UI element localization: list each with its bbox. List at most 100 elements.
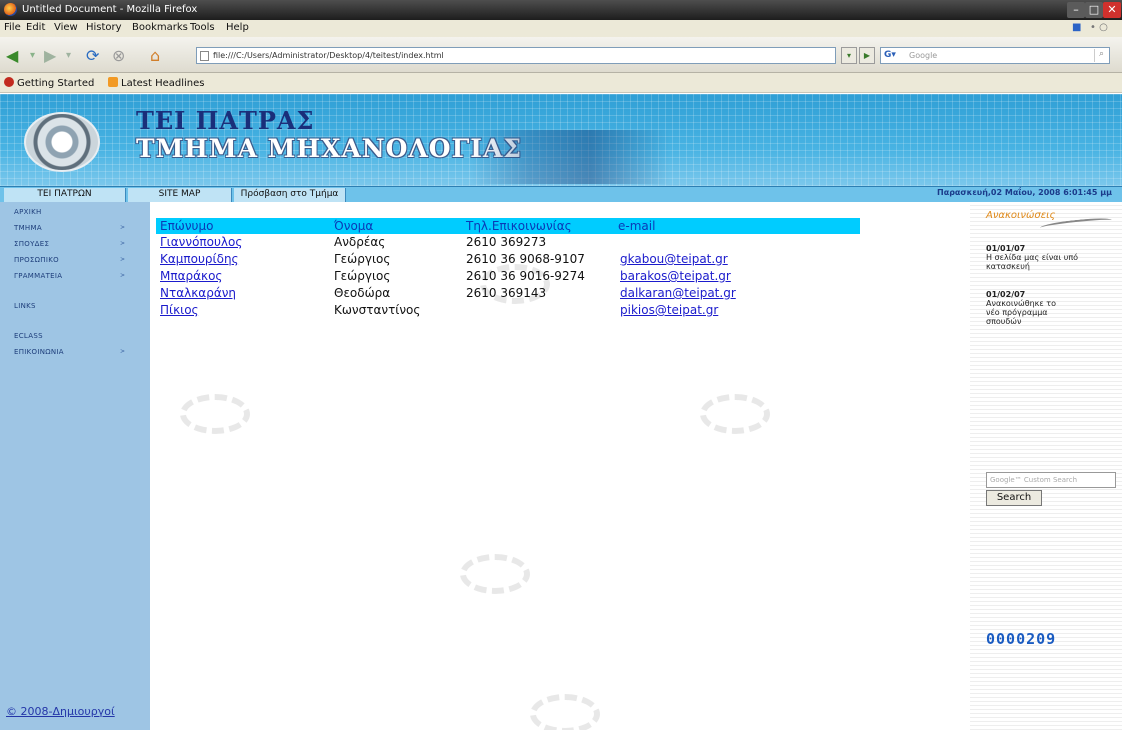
gear-watermark-icon [530, 694, 600, 730]
news-item: 01/01/07 Η σελίδα μας είναι υπό κατασκευ… [986, 244, 1082, 271]
bookmarks-toolbar: Getting Started Latest Headlines [0, 73, 1122, 93]
gear-watermark-icon [700, 394, 770, 434]
visit-counter: 0000209 [986, 630, 1057, 648]
address-text: file:///C:/Users/Administrator/Desktop/4… [213, 51, 444, 60]
news-text: Ανακοινώθηκε το νέο πρόγραμμα σπουδών [986, 299, 1056, 326]
gear-watermark-icon [460, 554, 530, 594]
google-search-input[interactable]: Google™ Custom Search [986, 472, 1116, 488]
news-text: Η σελίδα μας είναι υπό κατασκευή [986, 253, 1079, 271]
tab-tei-patron[interactable]: ΤΕΙ ΠΑΤΡΩΝ [4, 188, 126, 202]
menu-bookmarks[interactable]: Bookmarks [132, 22, 188, 33]
header-surname: Επώνυμο [160, 219, 214, 233]
google-engine-icon[interactable]: G▾ [884, 50, 904, 62]
right-sidebar: Ανακοινώσεις 01/01/07 Η σελίδα μας είναι… [970, 202, 1122, 730]
back-dropdown-icon[interactable]: ▾ [30, 50, 35, 61]
site-brand-title: ΤΕΙ ΠΑΤΡΑΣ [136, 106, 315, 135]
google-search-button[interactable]: Search [986, 490, 1042, 506]
date-display: Παρασκευή,02 Μαΐου, 2008 6:01:45 μμ [937, 188, 1112, 197]
first-name: Γεώργιος [334, 269, 391, 283]
address-bar[interactable]: file:///C:/Users/Administrator/Desktop/4… [196, 47, 836, 64]
nav-secretariat[interactable]: ΓΡΑΜΜΑΤΕΙΑ [14, 272, 62, 280]
rss-icon [108, 77, 118, 87]
tab-access[interactable]: Πρόσβαση στο Τμήμα [234, 188, 346, 202]
reload-button[interactable]: ⟳ [86, 46, 99, 65]
table-row: Καμπουρίδης Γεώργιος 2610 36 9068-9107 g… [156, 252, 860, 269]
email-link[interactable]: gkabou@teipat.gr [620, 252, 728, 266]
bookmark-label: Latest Headlines [121, 78, 205, 89]
header-name: Όνομα [334, 219, 374, 233]
news-heading: Ανακοινώσεις [986, 210, 1056, 221]
phone: 2610 369143 [466, 286, 547, 300]
surname-link[interactable]: Γιαννόπουλος [160, 235, 242, 249]
news-date: 01/01/07 [986, 244, 1026, 253]
first-name: Κωνσταντίνος [334, 303, 421, 317]
phone: 2610 36 9068-9107 [466, 252, 585, 266]
site-nav-strip: ΤΕΙ ΠΑΤΡΩΝ SITE MAP Πρόσβαση στο Τμήμα Π… [0, 186, 1122, 202]
site-banner: ΤΕΙ ΠΑΤΡΑΣ ΤΜΗΜΑ ΜΗΧΑΝΟΛΟΓΙΑΣ [0, 94, 1122, 186]
page-icon [200, 51, 209, 61]
banner-photo [470, 130, 670, 184]
menu-help[interactable]: Help [226, 22, 249, 33]
table-row: Γιαννόπουλος Ανδρέας 2610 369273 [156, 235, 860, 252]
left-sidebar: ΑΡΧΙΚΗ ΤΜΗΜΑ > ΣΠΟΥΔΕΣ > ΠΡΟΣΩΠΙΚΟ > ΓΡΑ… [0, 202, 150, 730]
stop-button[interactable]: ⊗ [112, 46, 125, 65]
page-viewport: ΤΕΙ ΠΑΤΡΑΣ ΤΜΗΜΑ ΜΗΧΑΝΟΛΟΓΙΑΣ ΤΕΙ ΠΑΤΡΩΝ… [0, 94, 1122, 730]
table-row: Πίκιος Κωνσταντίνος pikios@teipat.gr [156, 303, 860, 320]
nav-arrow: > [120, 224, 126, 231]
go-button[interactable]: ▶ [859, 47, 875, 64]
nav-contact[interactable]: ΕΠΙΚΟΙΝΩΝΙΑ [14, 348, 64, 356]
surname-link[interactable]: Μπαράκος [160, 269, 222, 283]
nav-home[interactable]: ΑΡΧΙΚΗ [14, 208, 42, 216]
news-item: 01/02/07 Ανακοινώθηκε το νέο πρόγραμμα σ… [986, 290, 1072, 326]
bookmark-label: Getting Started [17, 78, 95, 89]
nav-staff[interactable]: ΠΡΟΣΩΠΙΚΟ [14, 256, 59, 264]
menu-tools[interactable]: Tools [190, 22, 215, 33]
nav-eclass[interactable]: ECLASS [14, 332, 43, 340]
minimize-button[interactable]: – [1067, 2, 1085, 18]
footer-credits-link[interactable]: © 2008-Δημιουργοί [6, 705, 115, 718]
menu-edit[interactable]: Edit [26, 22, 45, 33]
phone: 2610 36 9016-9274 [466, 269, 585, 283]
header-phone: Τηλ.Επικοινωνίας [466, 219, 572, 233]
home-button[interactable]: ⌂ [150, 46, 160, 65]
menu-file[interactable]: File [4, 22, 21, 33]
menu-history[interactable]: History [86, 22, 122, 33]
surname-link[interactable]: Πίκιος [160, 303, 199, 317]
search-go-icon[interactable]: ⌕ [1094, 49, 1108, 62]
nav-studies[interactable]: ΣΠΟΥΔΕΣ [14, 240, 49, 248]
tab-site-map[interactable]: SITE MAP [128, 188, 232, 202]
maximize-button[interactable]: □ [1085, 2, 1103, 18]
site-brand-subtitle: ΤΜΗΜΑ ΜΗΧΑΝΟΛΟΓΙΑΣ [136, 134, 523, 163]
menu-view[interactable]: View [54, 22, 78, 33]
phone: 2610 369273 [466, 235, 547, 249]
forward-dropdown-icon[interactable]: ▾ [66, 50, 71, 61]
email-link[interactable]: barakos@teipat.gr [620, 269, 731, 283]
nav-arrow: > [120, 348, 126, 355]
first-name: Ανδρέας [334, 235, 386, 249]
first-name: Θεοδώρα [334, 286, 391, 300]
bookmark-getting-started[interactable]: Getting Started [4, 77, 94, 89]
email-link[interactable]: dalkaran@teipat.gr [620, 286, 736, 300]
first-name: Γεώργιος [334, 252, 391, 266]
back-button[interactable]: ◀ [6, 46, 18, 65]
nav-links[interactable]: LINKS [14, 302, 36, 310]
close-button[interactable]: ✕ [1103, 2, 1121, 18]
header-email: e-mail [618, 219, 656, 233]
address-dropdown-icon[interactable]: ▾ [841, 47, 857, 64]
email-link[interactable]: pikios@teipat.gr [620, 303, 718, 317]
surname-link[interactable]: Καμπουρίδης [160, 252, 239, 266]
title-bar: Untitled Document - Mozilla Firefox – □ … [0, 0, 1122, 20]
firefox-icon [4, 3, 17, 16]
search-bar[interactable]: G▾ Google ⌕ [880, 47, 1110, 64]
browser-window: Untitled Document - Mozilla Firefox – □ … [0, 0, 1122, 730]
logo-seal [24, 112, 100, 172]
navigation-toolbar: ◀ ▾ ▶ ▾ ⟳ ⊗ ⌂ file:///C:/Users/Administr… [0, 37, 1122, 73]
windows-flag-icon: ■ [1072, 22, 1082, 33]
surname-link[interactable]: Νταλκαράνη [160, 286, 236, 300]
forward-button[interactable]: ▶ [44, 46, 56, 65]
throbber-icon: • ○ [1090, 22, 1108, 33]
nav-department[interactable]: ΤΜΗΜΑ [14, 224, 42, 232]
bookmark-latest-headlines[interactable]: Latest Headlines [108, 77, 205, 89]
google-search-placeholder: Google™ Custom Search [990, 476, 1078, 484]
nav-arrow: > [120, 272, 126, 279]
